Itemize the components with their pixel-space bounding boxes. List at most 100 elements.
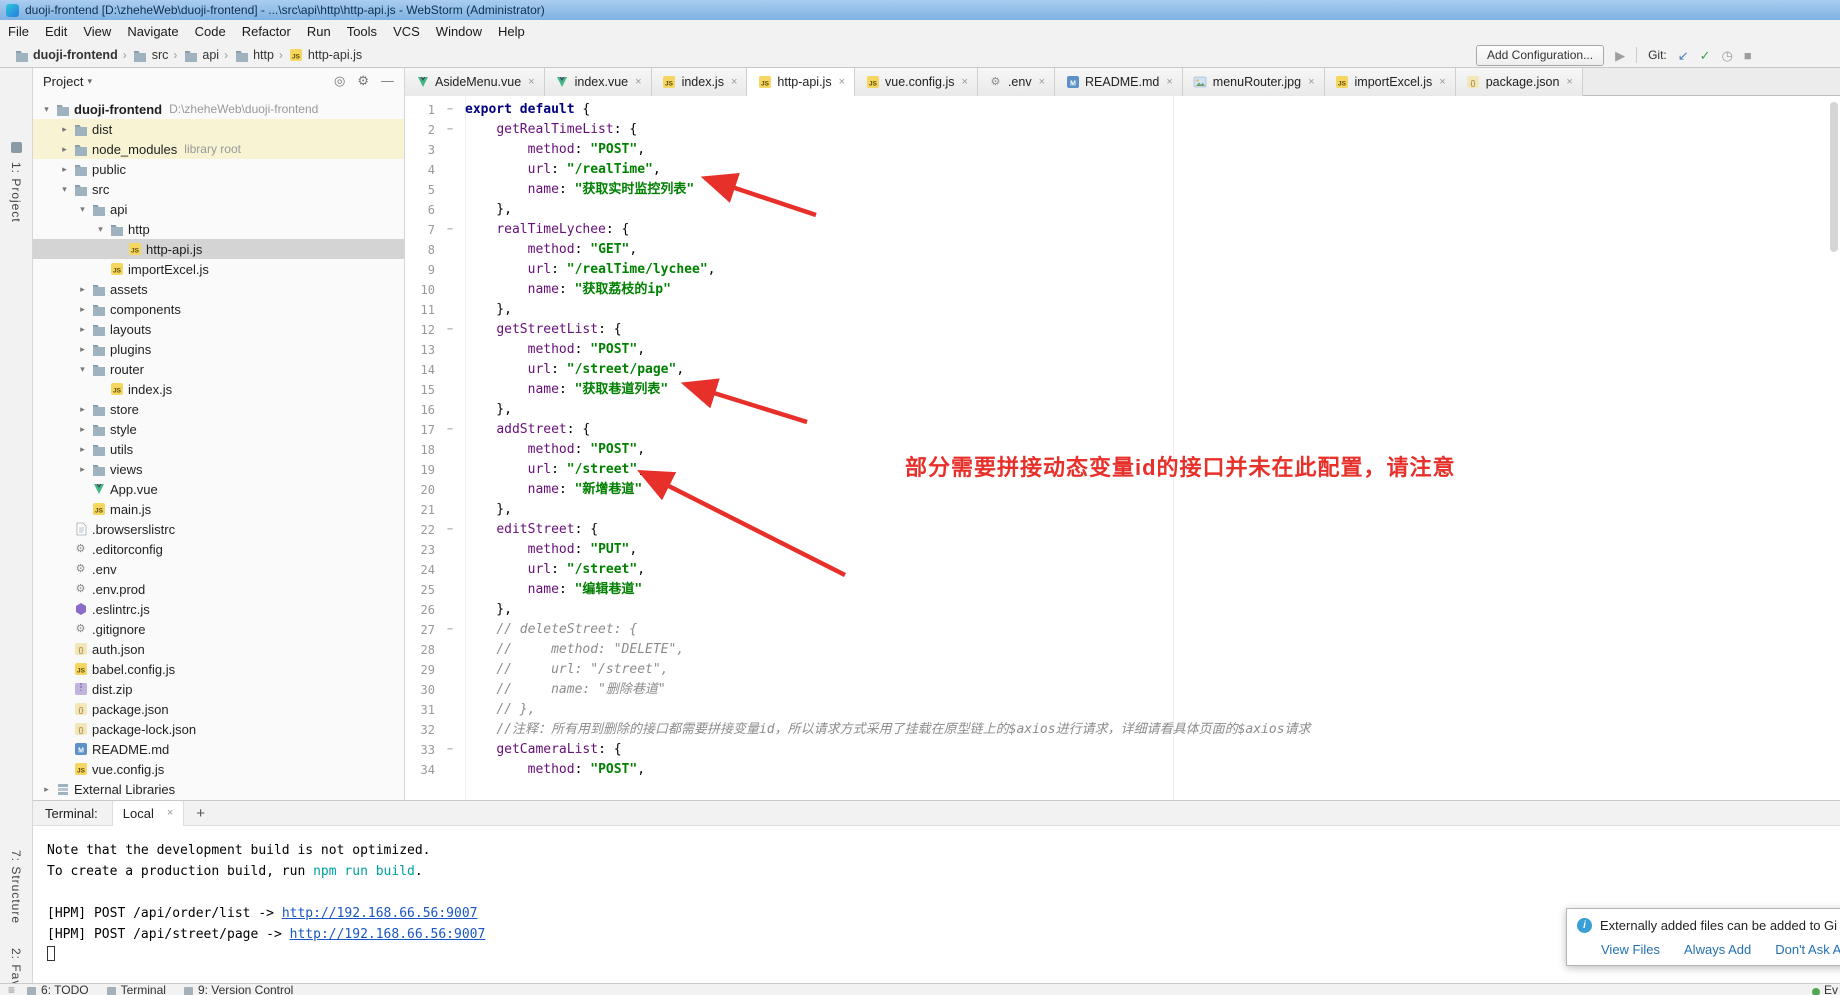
tree-item-importexcel.js[interactable]: JSimportExcel.js xyxy=(33,259,404,279)
notification-action-view-files[interactable]: View Files xyxy=(1601,942,1660,957)
close-icon[interactable]: × xyxy=(635,76,641,88)
tree-item-.env.prod[interactable]: ⚙.env.prod xyxy=(33,579,404,599)
fold-icon[interactable]: − xyxy=(443,120,457,140)
chevron-right-icon[interactable]: ▸ xyxy=(75,304,90,315)
tool-window-structure-button[interactable]: 7: Structure xyxy=(9,850,23,924)
tab-index.vue[interactable]: index.vue× xyxy=(545,68,652,96)
new-terminal-button[interactable]: + xyxy=(196,805,205,822)
fold-icon[interactable]: − xyxy=(443,100,457,120)
locate-file-icon[interactable]: ◎ xyxy=(334,73,345,89)
tree-item-api[interactable]: ▾api xyxy=(33,199,404,219)
tree-item-public[interactable]: ▸public xyxy=(33,159,404,179)
tree-item-.editorconfig[interactable]: ⚙.editorconfig xyxy=(33,539,404,559)
tree-item-style[interactable]: ▸style xyxy=(33,419,404,439)
notification-action-always-add[interactable]: Always Add xyxy=(1684,942,1751,957)
tab-menurouter.jpg[interactable]: menuRouter.jpg× xyxy=(1183,68,1325,96)
chevron-down-icon[interactable]: ▾ xyxy=(75,364,90,375)
terminal-tab-close-icon[interactable]: × xyxy=(167,807,173,819)
chevron-down-icon[interactable]: ▾ xyxy=(39,104,54,115)
chevron-down-icon[interactable]: ▾ xyxy=(57,184,72,195)
close-icon[interactable]: × xyxy=(1039,76,1045,88)
menu-window[interactable]: Window xyxy=(428,24,490,39)
menu-file[interactable]: File xyxy=(0,24,37,39)
tree-item-app.vue[interactable]: App.vue xyxy=(33,479,404,499)
close-icon[interactable]: × xyxy=(1566,76,1572,88)
menu-run[interactable]: Run xyxy=(299,24,339,39)
tab-vue.config.js[interactable]: JSvue.config.js× xyxy=(855,68,978,96)
terminal-link[interactable]: http://192.168.66.56:9007 xyxy=(290,927,486,942)
add-configuration-button[interactable]: Add Configuration... xyxy=(1476,45,1604,66)
tree-item-main.js[interactable]: JSmain.js xyxy=(33,499,404,519)
terminal-tab-local[interactable]: Local × xyxy=(112,801,185,826)
breadcrumb-item-duoji-frontend[interactable]: duoji-frontend xyxy=(10,48,121,62)
hide-panel-icon[interactable]: — xyxy=(381,73,394,89)
tree-item-.eslintrc.js[interactable]: .eslintrc.js xyxy=(33,599,404,619)
chevron-right-icon[interactable]: ▸ xyxy=(75,344,90,355)
tree-item-dist[interactable]: ▸dist xyxy=(33,119,404,139)
tree-item-package-lock.json[interactable]: {}package-lock.json xyxy=(33,719,404,739)
fold-icon[interactable]: − xyxy=(443,520,457,540)
tree-item-node-modules[interactable]: ▸node_moduleslibrary root xyxy=(33,139,404,159)
chevron-right-icon[interactable]: ▸ xyxy=(57,164,72,175)
tab-.env[interactable]: ⚙.env× xyxy=(978,68,1055,96)
tree-item-layouts[interactable]: ▸layouts xyxy=(33,319,404,339)
chevron-right-icon[interactable]: ▸ xyxy=(75,324,90,335)
chevron-right-icon[interactable]: ▸ xyxy=(57,124,72,135)
tree-item-dist.zip[interactable]: dist.zip xyxy=(33,679,404,699)
tab-importexcel.js[interactable]: JSimportExcel.js× xyxy=(1325,68,1456,96)
chevron-right-icon[interactable]: ▸ xyxy=(75,464,90,475)
menu-vcs[interactable]: VCS xyxy=(385,24,428,39)
tree-item-readme.md[interactable]: MREADME.md xyxy=(33,739,404,759)
tree-item-components[interactable]: ▸components xyxy=(33,299,404,319)
project-dropdown-caret[interactable]: ▾ xyxy=(87,76,92,87)
statusbar-item-9-version-control[interactable]: 9: Version Control xyxy=(184,984,293,995)
code-editor[interactable]: 1−export default {2− getRealTimeList: {3… xyxy=(405,96,1840,800)
breadcrumb-item-http[interactable]: http xyxy=(230,48,277,62)
tree-item-external-libraries[interactable]: ▸External Libraries xyxy=(33,779,404,799)
close-icon[interactable]: × xyxy=(839,76,845,88)
settings-gear-icon[interactable]: ⚙ xyxy=(357,73,369,89)
tree-item-index.js[interactable]: JSindex.js xyxy=(33,379,404,399)
tree-item-router[interactable]: ▾router xyxy=(33,359,404,379)
menu-view[interactable]: View xyxy=(75,24,119,39)
tree-item-vue.config.js[interactable]: JSvue.config.js xyxy=(33,759,404,779)
menu-tools[interactable]: Tools xyxy=(339,24,385,39)
terminal-link[interactable]: http://192.168.66.56:9007 xyxy=(282,906,478,921)
history-icon[interactable]: ◷ xyxy=(1722,49,1733,62)
chevron-right-icon[interactable]: ▸ xyxy=(75,424,90,435)
tab-asidemenu.vue[interactable]: AsideMenu.vue× xyxy=(405,68,545,96)
tree-item-utils[interactable]: ▸utils xyxy=(33,439,404,459)
chevron-right-icon[interactable]: ▸ xyxy=(75,444,90,455)
git-commit-icon[interactable]: ✓ xyxy=(1700,49,1711,62)
tab-readme.md[interactable]: MREADME.md× xyxy=(1055,68,1183,96)
tree-item-assets[interactable]: ▸assets xyxy=(33,279,404,299)
tree-item-.env[interactable]: ⚙.env xyxy=(33,559,404,579)
close-icon[interactable]: × xyxy=(962,76,968,88)
tree-item-duoji-frontend[interactable]: ▾duoji-frontendD:\zheheWeb\duoji-fronten… xyxy=(33,99,404,119)
tree-item-auth.json[interactable]: {}auth.json xyxy=(33,639,404,659)
tree-item-http-api.js[interactable]: JShttp-api.js xyxy=(33,239,404,259)
run-icon[interactable]: ▶ xyxy=(1615,49,1625,62)
statusbar-menu-icon[interactable]: ≡ xyxy=(8,984,15,995)
tool-windows-icon[interactable] xyxy=(11,142,22,153)
event-log-button[interactable]: Ev xyxy=(1812,984,1838,995)
tab-index.js[interactable]: JSindex.js× xyxy=(652,68,748,96)
menu-refactor[interactable]: Refactor xyxy=(234,24,299,39)
tree-item-package.json[interactable]: {}package.json xyxy=(33,699,404,719)
tree-item-store[interactable]: ▸store xyxy=(33,399,404,419)
fold-icon[interactable]: − xyxy=(443,740,457,760)
chevron-right-icon[interactable]: ▸ xyxy=(57,144,72,155)
tree-item-.gitignore[interactable]: ⚙.gitignore xyxy=(33,619,404,639)
fold-icon[interactable]: − xyxy=(443,420,457,440)
chevron-down-icon[interactable]: ▾ xyxy=(93,224,108,235)
close-icon[interactable]: × xyxy=(1439,76,1445,88)
chevron-right-icon[interactable]: ▸ xyxy=(75,404,90,415)
tab-http-api.js[interactable]: JShttp-api.js× xyxy=(747,68,855,96)
tab-package.json[interactable]: {}package.json× xyxy=(1456,68,1583,96)
chevron-down-icon[interactable]: ▾ xyxy=(75,204,90,215)
fold-icon[interactable]: − xyxy=(443,220,457,240)
statusbar-item-6-todo[interactable]: 6: TODO xyxy=(27,984,89,995)
tree-item-plugins[interactable]: ▸plugins xyxy=(33,339,404,359)
chevron-right-icon[interactable]: ▸ xyxy=(39,784,54,795)
menu-help[interactable]: Help xyxy=(490,24,533,39)
